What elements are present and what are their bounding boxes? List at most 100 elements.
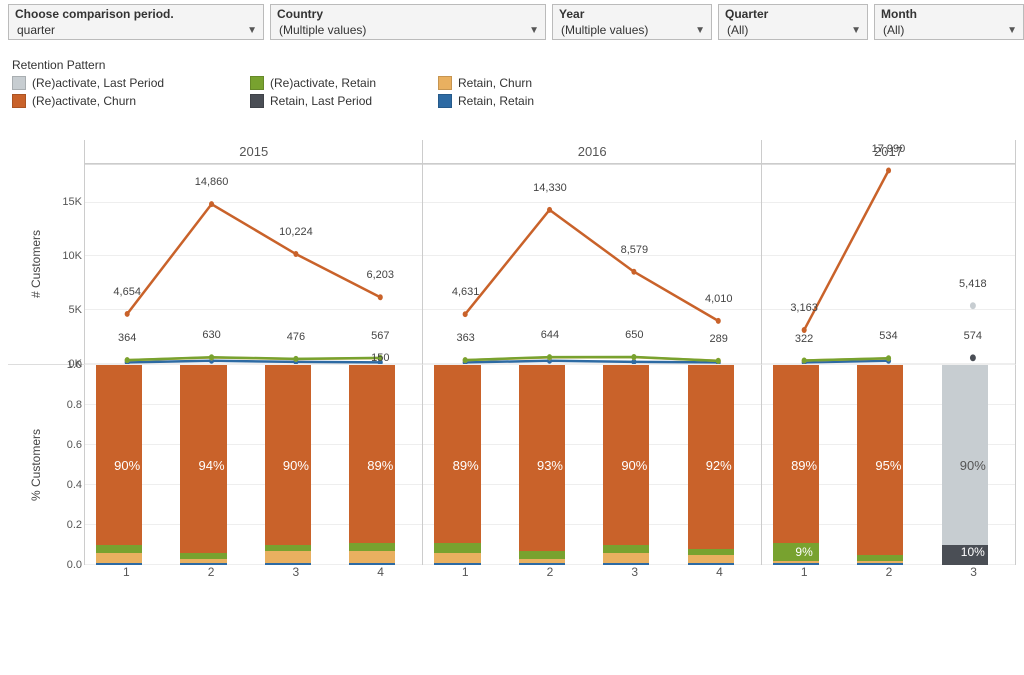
filter-bar: Choose comparison period. quarter▼ Count… bbox=[0, 0, 1024, 44]
legend-label: (Re)activate, Last Period bbox=[32, 76, 164, 90]
stacked-bar[interactable] bbox=[773, 365, 819, 565]
filter-label: Choose comparison period. bbox=[15, 7, 257, 21]
legend-title: Retention Pattern bbox=[12, 58, 1016, 72]
filter-month[interactable]: Month (All)▼ bbox=[874, 4, 1024, 40]
bar-segment bbox=[96, 545, 142, 553]
y-tick: 0.8 bbox=[67, 399, 82, 411]
x-tick: 1 bbox=[423, 565, 508, 579]
legend-item[interactable]: Retain, Last Period bbox=[250, 94, 430, 108]
x-tick: 1 bbox=[762, 565, 847, 579]
filter-year[interactable]: Year (Multiple values)▼ bbox=[552, 4, 712, 40]
x-tick: 2 bbox=[169, 565, 254, 579]
y-tick: 0.2 bbox=[67, 519, 82, 531]
stacked-bar[interactable] bbox=[265, 365, 311, 565]
filter-label: Month bbox=[881, 7, 1017, 21]
bar-segment bbox=[180, 563, 226, 565]
bar-segment bbox=[519, 551, 565, 559]
legend-swatch bbox=[12, 76, 26, 90]
filter-label: Year bbox=[559, 7, 705, 21]
x-tick: 3 bbox=[931, 565, 1016, 579]
stacked-bar[interactable] bbox=[857, 365, 903, 565]
bar-segment bbox=[857, 561, 903, 563]
x-tick: 1 bbox=[84, 565, 169, 579]
bar-segment bbox=[773, 365, 819, 543]
point-label: 4,631 bbox=[452, 286, 480, 300]
stacked-bar[interactable] bbox=[519, 365, 565, 565]
bar-label-small: 9% bbox=[773, 545, 835, 559]
y-tick: 15K bbox=[62, 196, 82, 208]
stacked-bar[interactable] bbox=[942, 365, 988, 565]
x-tick: 2 bbox=[847, 565, 932, 579]
stacked-bar[interactable] bbox=[180, 365, 226, 565]
bar-segment bbox=[773, 561, 819, 563]
filter-country[interactable]: Country (Multiple values)▼ bbox=[270, 4, 546, 40]
bar-segment bbox=[180, 553, 226, 559]
point-label: 650 bbox=[625, 329, 643, 343]
bar-segment bbox=[857, 365, 903, 555]
chart-area: 201520162017 # Customers 0K5K10K15K 4,65… bbox=[8, 140, 1016, 579]
legend-swatch bbox=[438, 76, 452, 90]
stacked-bar[interactable] bbox=[349, 365, 395, 565]
legend-swatch bbox=[12, 94, 26, 108]
x-tick: 4 bbox=[677, 565, 762, 579]
x-tick: 3 bbox=[592, 565, 677, 579]
filter-quarter[interactable]: Quarter (All)▼ bbox=[718, 4, 868, 40]
y-tick: 0.0 bbox=[67, 559, 82, 571]
bar-segment bbox=[349, 551, 395, 563]
legend-item[interactable]: Retain, Churn bbox=[438, 76, 618, 90]
point-label: 4,010 bbox=[705, 293, 733, 307]
bar-segment bbox=[519, 563, 565, 565]
stacked-bar[interactable] bbox=[434, 365, 480, 565]
bar-segment bbox=[857, 555, 903, 561]
legend-label: Retain, Last Period bbox=[270, 94, 372, 108]
chevron-down-icon: ▼ bbox=[695, 25, 705, 36]
legend-item[interactable]: (Re)activate, Last Period bbox=[12, 76, 242, 90]
legend: Retention Pattern (Re)activate, Last Per… bbox=[0, 44, 1024, 110]
bar-segment bbox=[180, 559, 226, 563]
point-label: 476 bbox=[287, 331, 305, 345]
point-label: 630 bbox=[202, 329, 220, 343]
legend-label: (Re)activate, Retain bbox=[270, 76, 376, 90]
filter-label: Quarter bbox=[725, 7, 861, 21]
stacked-bar[interactable] bbox=[603, 365, 649, 565]
filter-comparison[interactable]: Choose comparison period. quarter▼ bbox=[8, 4, 264, 40]
stacked-bar[interactable] bbox=[96, 365, 142, 565]
bar-segment bbox=[96, 563, 142, 565]
bar-segment bbox=[434, 365, 480, 543]
point-label: 289 bbox=[710, 333, 728, 347]
bar-segment bbox=[688, 555, 734, 563]
legend-item[interactable]: Retain, Retain bbox=[438, 94, 618, 108]
bar-segment bbox=[688, 563, 734, 565]
filter-label: Country bbox=[277, 7, 539, 21]
legend-label: Retain, Retain bbox=[458, 94, 534, 108]
point-label: 5,418 bbox=[959, 278, 987, 292]
chevron-down-icon: ▼ bbox=[529, 25, 539, 36]
chevron-down-icon: ▼ bbox=[1007, 25, 1017, 36]
y-axis-label-bottom: % Customers bbox=[29, 429, 43, 501]
bar-segment bbox=[603, 545, 649, 553]
bar-segment bbox=[857, 563, 903, 565]
y-tick: 5K bbox=[69, 304, 82, 316]
stacked-bar[interactable] bbox=[688, 365, 734, 565]
bar-segment bbox=[349, 563, 395, 565]
bar-segment bbox=[434, 563, 480, 565]
bar-segment bbox=[603, 365, 649, 545]
legend-item[interactable]: (Re)activate, Retain bbox=[250, 76, 430, 90]
bar-segment bbox=[265, 551, 311, 563]
bar-segment bbox=[265, 545, 311, 551]
point-label: 4,654 bbox=[113, 286, 141, 300]
point-label: 10,224 bbox=[279, 226, 313, 240]
bar-segment bbox=[434, 543, 480, 553]
point-label: 14,330 bbox=[533, 182, 567, 196]
legend-item[interactable]: (Re)activate, Churn bbox=[12, 94, 242, 108]
bar-label-small: 10% bbox=[942, 545, 1004, 559]
filter-value: quarter bbox=[17, 23, 55, 37]
bar-segment bbox=[434, 553, 480, 563]
point-label: 14,860 bbox=[195, 176, 229, 190]
point-label: 3,163 bbox=[790, 302, 818, 316]
y-tick: 10K bbox=[62, 250, 82, 262]
x-tick: 2 bbox=[508, 565, 593, 579]
bar-segment bbox=[349, 365, 395, 543]
y-tick: 0.6 bbox=[67, 439, 82, 451]
point-label: 574 bbox=[964, 330, 982, 344]
